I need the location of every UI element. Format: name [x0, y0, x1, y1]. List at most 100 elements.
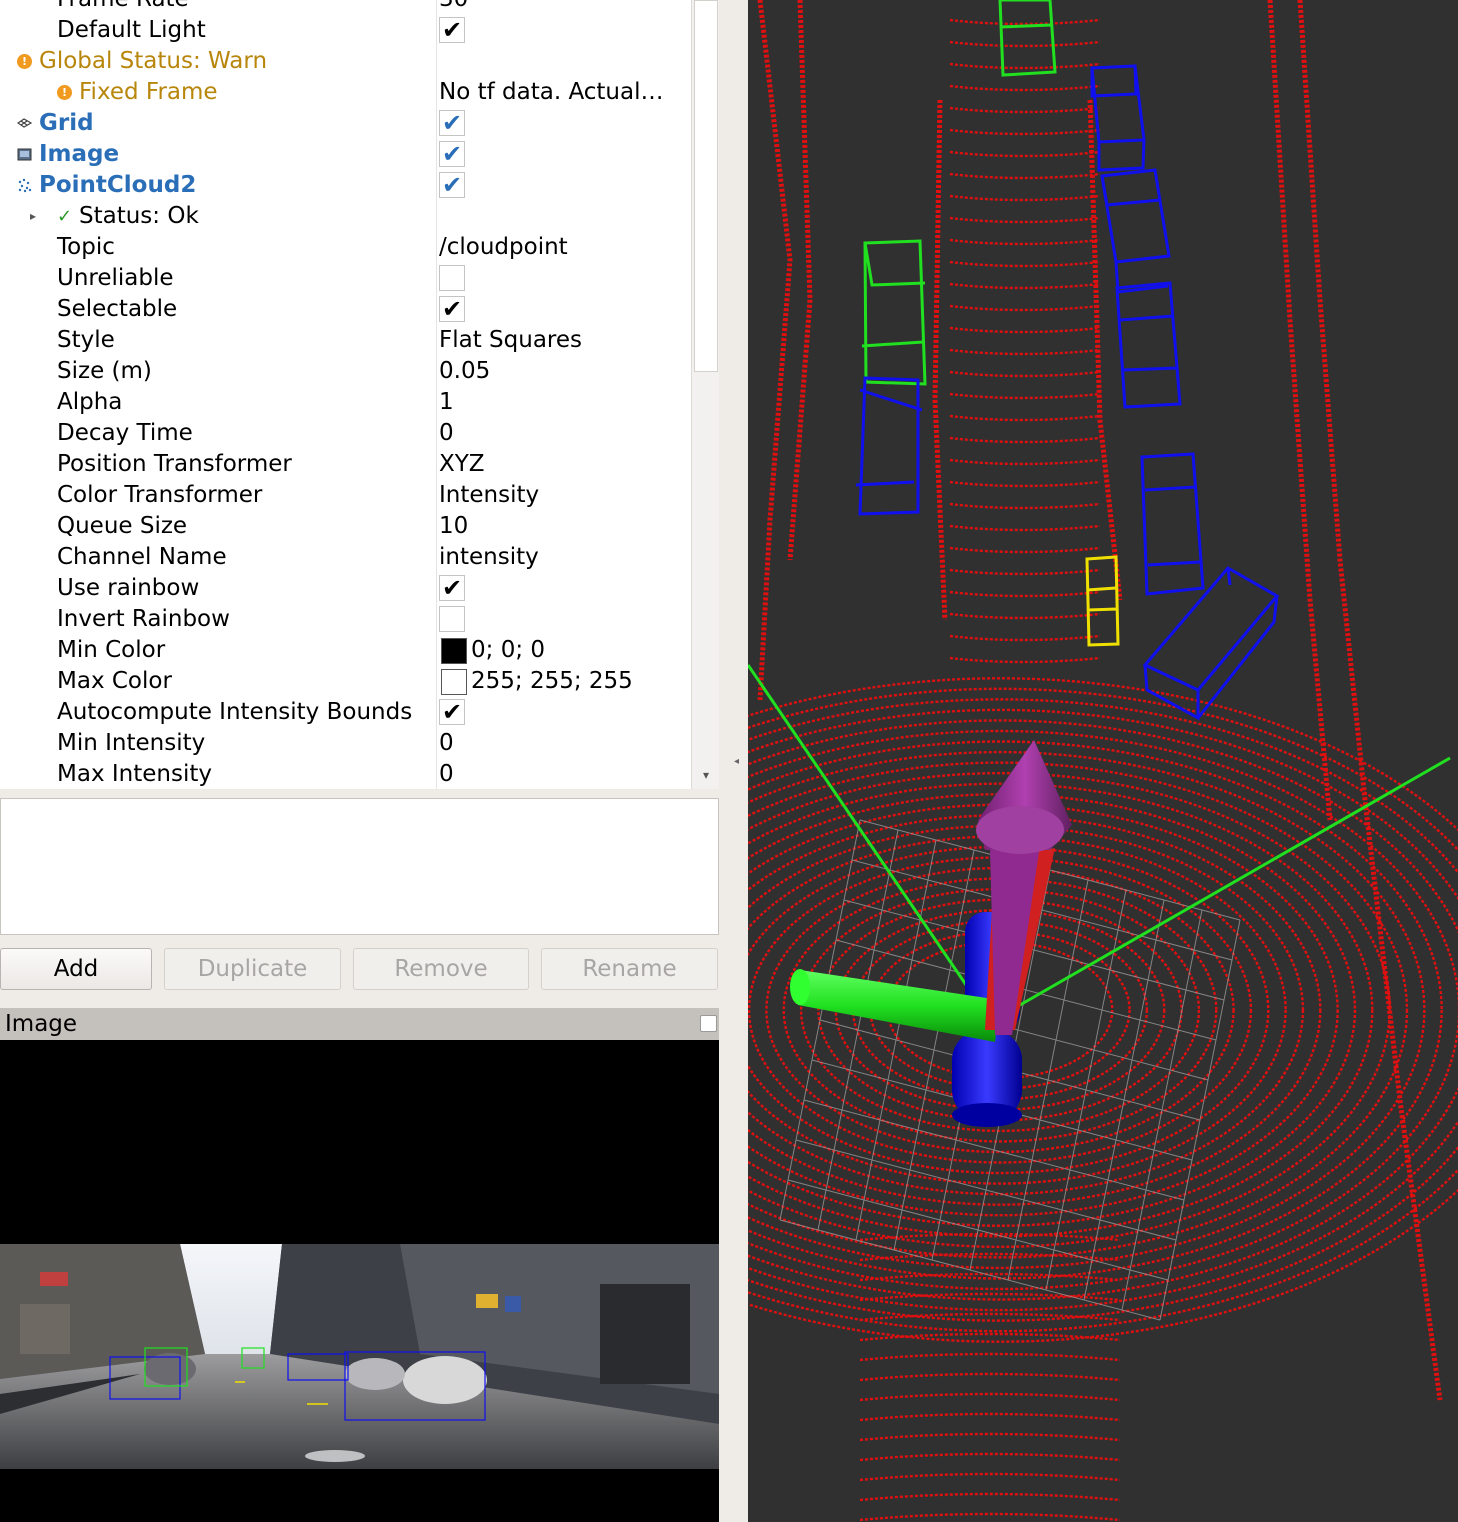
grid-icon	[17, 118, 32, 128]
row-grid[interactable]: Grid ✔	[0, 108, 690, 139]
row-alpha[interactable]: Alpha 1	[0, 387, 690, 418]
value-max-color[interactable]: 255; 255; 255	[471, 666, 633, 697]
max-color-swatch[interactable]	[441, 669, 467, 695]
value-channel-name[interactable]: intensity	[439, 542, 539, 573]
render-3d-canvas[interactable]	[748, 0, 1458, 1522]
row-pointcloud2[interactable]: PointCloud2 ✔	[0, 170, 690, 201]
row-min-color[interactable]: Min Color 0; 0; 0	[0, 635, 690, 666]
label-queue-size: Queue Size	[57, 513, 188, 539]
value-frame-rate[interactable]: 30	[439, 0, 468, 15]
point-scanline	[949, 502, 1101, 510]
label-size: Size (m)	[57, 358, 152, 384]
expand-arrow-icon[interactable]: ▸	[30, 201, 36, 232]
value-position-transformer[interactable]: XYZ	[439, 449, 485, 480]
row-selectable[interactable]: Selectable ✔	[0, 294, 690, 325]
value-max-intensity[interactable]: 0	[439, 759, 454, 789]
row-channel-name[interactable]: Channel Name intensity	[0, 542, 690, 573]
pointcloud-icon	[18, 178, 32, 193]
row-position-transformer[interactable]: Position Transformer XYZ	[0, 449, 690, 480]
point-scanline	[949, 458, 1101, 466]
value-decay-time[interactable]: 0	[439, 418, 454, 449]
row-color-transformer[interactable]: Color Transformer Intensity	[0, 480, 690, 511]
row-style[interactable]: Style Flat Squares	[0, 325, 690, 356]
point-scanline	[949, 194, 1101, 202]
row-max-color[interactable]: Max Color 255; 255; 255	[0, 666, 690, 697]
label-decay-time: Decay Time	[57, 420, 193, 446]
row-decay-time[interactable]: Decay Time 0	[0, 418, 690, 449]
checkbox-unreliable[interactable]	[439, 265, 465, 291]
point-scanline	[949, 436, 1101, 444]
point-scanline	[949, 106, 1101, 114]
point-scanline	[949, 304, 1101, 312]
row-max-intensity[interactable]: Max Intensity 0	[0, 759, 690, 789]
row-default-light[interactable]: Default Light ✔	[0, 15, 690, 46]
row-topic[interactable]: Topic /cloudpoint	[0, 232, 690, 263]
value-topic[interactable]: /cloudpoint	[439, 232, 568, 263]
label-image: Image	[39, 141, 120, 167]
checkbox-pointcloud2[interactable]: ✔	[439, 172, 465, 198]
rename-button[interactable]: Rename	[541, 948, 718, 990]
label-color-transformer: Color Transformer	[57, 482, 263, 508]
row-autocompute-intensity[interactable]: Autocompute Intensity Bounds ✔	[0, 697, 690, 728]
remove-button[interactable]: Remove	[353, 948, 529, 990]
checkbox-image[interactable]: ✔	[439, 141, 465, 167]
value-queue-size[interactable]: 10	[439, 511, 468, 542]
properties-scrollbar[interactable]: ▾	[691, 0, 719, 789]
row-fixed-frame[interactable]: ! Fixed Frame No tf data. Actual…	[0, 77, 690, 108]
point-scanline	[949, 62, 1101, 70]
checkbox-default-light[interactable]: ✔	[439, 17, 465, 43]
point-scanline	[949, 524, 1101, 532]
point-wall	[757, 0, 793, 701]
label-pointcloud2: PointCloud2	[39, 172, 197, 198]
value-alpha[interactable]: 1	[439, 387, 454, 418]
row-invert-rainbow[interactable]: Invert Rainbow	[0, 604, 690, 635]
image-panel-float-checkbox[interactable]	[700, 1015, 717, 1032]
point-scanline	[859, 1352, 1121, 1362]
render-3d-view[interactable]	[748, 0, 1458, 1522]
point-scanline	[949, 172, 1101, 180]
min-color-swatch[interactable]	[441, 638, 467, 664]
point-scanline	[949, 612, 1101, 620]
row-image[interactable]: Image ✔	[0, 139, 690, 170]
checkbox-autocompute-intensity[interactable]: ✔	[439, 699, 465, 725]
row-use-rainbow[interactable]: Use rainbow ✔	[0, 573, 690, 604]
value-min-color[interactable]: 0; 0; 0	[471, 635, 545, 666]
checkbox-invert-rainbow[interactable]	[439, 606, 465, 632]
point-scanline	[949, 128, 1101, 136]
value-style[interactable]: Flat Squares	[439, 325, 582, 356]
value-size[interactable]: 0.05	[439, 356, 490, 387]
point-cloud	[748, 0, 1458, 1522]
point-scanline	[949, 260, 1101, 268]
checkbox-selectable[interactable]: ✔	[439, 296, 465, 322]
label-frame-rate: Frame Rate	[57, 0, 189, 15]
image-panel: Image	[0, 1008, 719, 1522]
duplicate-button[interactable]: Duplicate	[164, 948, 341, 990]
label-min-color: Min Color	[57, 637, 166, 663]
scroll-down-icon[interactable]: ▾	[692, 764, 719, 786]
row-status-ok[interactable]: ▸ ✓ Status: Ok	[0, 201, 690, 232]
panel-splitter[interactable]: ◂	[719, 0, 748, 1522]
label-topic: Topic	[57, 234, 115, 260]
row-queue-size[interactable]: Queue Size 10	[0, 511, 690, 542]
row-frame-rate[interactable]: Frame Rate 30	[0, 0, 690, 15]
row-size[interactable]: Size (m) 0.05	[0, 356, 690, 387]
checkbox-grid[interactable]: ✔	[439, 110, 465, 136]
collapse-arrow-icon[interactable]: ◂	[734, 756, 739, 767]
point-scanline	[949, 370, 1101, 378]
label-selectable: Selectable	[57, 296, 178, 322]
camera-image	[0, 1244, 719, 1469]
checkbox-use-rainbow[interactable]: ✔	[439, 575, 465, 601]
value-color-transformer[interactable]: Intensity	[439, 480, 539, 511]
point-scanline	[859, 1392, 1121, 1402]
point-scanline	[949, 634, 1101, 642]
label-alpha: Alpha	[57, 389, 123, 415]
row-min-intensity[interactable]: Min Intensity 0	[0, 728, 690, 759]
image-icon	[17, 148, 32, 161]
row-unreliable[interactable]: Unreliable	[0, 263, 690, 294]
row-global-status[interactable]: ! Global Status: Warn	[0, 46, 690, 77]
point-scanline	[949, 326, 1101, 334]
point-wall	[932, 99, 948, 621]
value-min-intensity[interactable]: 0	[439, 728, 454, 759]
add-button[interactable]: Add	[0, 948, 152, 990]
scrollbar-thumb[interactable]	[694, 0, 718, 372]
